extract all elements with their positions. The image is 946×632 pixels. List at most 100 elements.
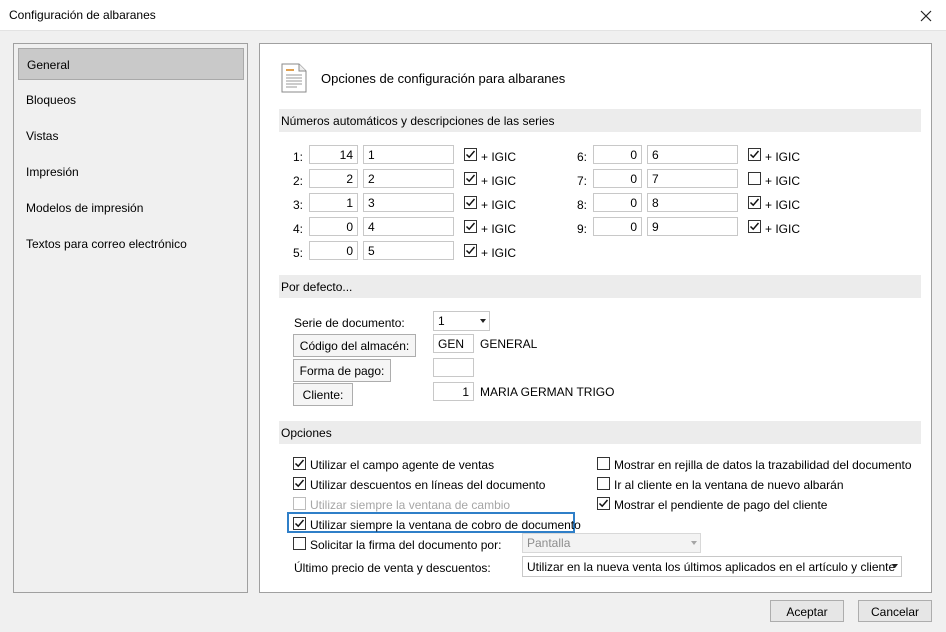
series-number-field[interactable]: 2 <box>309 169 358 188</box>
defaults-section-header: Por defecto... <box>279 275 921 298</box>
document-icon <box>281 63 307 93</box>
option-label: Utilizar siempre la ventana de cobro de … <box>310 518 581 532</box>
sidebar-item-modelos-impresion[interactable]: Modelos de impresión <box>18 192 244 224</box>
cliente-button[interactable]: Cliente: <box>293 383 353 406</box>
igic-checkbox[interactable] <box>464 196 477 209</box>
ultimo-precio-select[interactable]: Utilizar en la nueva venta los últimos a… <box>522 556 902 577</box>
option-checkbox[interactable] <box>597 497 610 510</box>
series-row-label: 8: <box>577 198 588 212</box>
option-checkbox[interactable] <box>293 457 306 470</box>
sidebar: General Bloqueos Vistas Impresión Modelo… <box>13 43 248 593</box>
check-icon <box>749 198 760 207</box>
igic-checkbox[interactable] <box>748 220 761 233</box>
igic-label: + IGIC <box>481 174 517 188</box>
igic-checkbox[interactable] <box>748 196 761 209</box>
option-checkbox[interactable] <box>597 477 610 490</box>
series-section-header: Números automáticos y descripciones de l… <box>279 109 921 132</box>
series-row-label: 2: <box>293 174 304 188</box>
cliente-code-field[interactable]: 1 <box>433 382 474 401</box>
option-checkbox[interactable] <box>293 477 306 490</box>
igic-checkbox[interactable] <box>748 172 761 185</box>
series-number-field[interactable]: 0 <box>593 193 642 212</box>
series-row-label: 9: <box>577 222 588 236</box>
chevron-down-icon <box>691 541 697 545</box>
igic-label: + IGIC <box>481 150 517 164</box>
series-number-field[interactable]: 0 <box>593 145 642 164</box>
title-bar: Configuración de albaranes <box>0 0 946 31</box>
sidebar-item-label: Vistas <box>26 129 59 143</box>
option-label: Ir al cliente en la ventana de nuevo alb… <box>614 478 844 492</box>
series-description-field[interactable]: 2 <box>363 169 454 188</box>
sidebar-item-label: Bloqueos <box>26 93 77 107</box>
series-description-field[interactable]: 5 <box>363 241 454 260</box>
serie-documento-value: 1 <box>438 314 445 328</box>
options-section-header: Opciones <box>279 421 921 444</box>
check-icon <box>749 150 760 159</box>
forma-pago-field[interactable] <box>433 358 474 377</box>
sidebar-item-label: Textos para correo electrónico <box>26 237 187 251</box>
option-label: Mostrar en rejilla de datos la trazabili… <box>614 458 912 472</box>
serie-documento-label: Serie de documento: <box>294 316 405 330</box>
ultimo-precio-value: Utilizar en la nueva venta los últimos a… <box>527 560 896 574</box>
series-number-field[interactable]: 14 <box>309 145 358 164</box>
firma-select: Pantalla <box>522 533 701 553</box>
option-label: Utilizar descuentos en líneas del docume… <box>310 478 546 492</box>
igic-checkbox[interactable] <box>464 172 477 185</box>
almacen-code-field[interactable]: GEN <box>433 334 474 353</box>
series-row-label: 4: <box>293 222 304 236</box>
series-description-field[interactable]: 8 <box>647 193 738 212</box>
series-description-field[interactable]: 9 <box>647 217 738 236</box>
sidebar-item-vistas[interactable]: Vistas <box>18 120 244 152</box>
series-number-field[interactable]: 0 <box>309 217 358 236</box>
check-icon <box>465 222 476 231</box>
option-checkbox[interactable] <box>597 457 610 470</box>
igic-checkbox[interactable] <box>464 244 477 257</box>
series-description-field[interactable]: 1 <box>363 145 454 164</box>
chevron-down-icon <box>480 319 486 323</box>
check-icon <box>294 479 305 488</box>
close-button[interactable] <box>906 0 946 31</box>
option-checkbox[interactable] <box>293 537 306 550</box>
series-description-field[interactable]: 4 <box>363 217 454 236</box>
igic-label: + IGIC <box>765 174 801 188</box>
series-row-label: 1: <box>293 150 304 164</box>
option-label: Utilizar el campo agente de ventas <box>310 458 495 472</box>
series-row-label: 7: <box>577 174 588 188</box>
series-row-label: 3: <box>293 198 304 212</box>
sidebar-item-label: General <box>27 58 70 72</box>
igic-label: + IGIC <box>765 150 801 164</box>
serie-documento-select[interactable]: 1 <box>433 311 490 331</box>
close-icon <box>920 10 932 21</box>
series-number-field[interactable]: 0 <box>309 241 358 260</box>
codigo-almacen-button[interactable]: Código del almacén: <box>293 334 416 357</box>
igic-checkbox[interactable] <box>464 148 477 161</box>
forma-pago-button[interactable]: Forma de pago: <box>293 359 391 382</box>
check-icon <box>749 222 760 231</box>
series-number-field[interactable]: 0 <box>593 217 642 236</box>
sidebar-item-bloqueos[interactable]: Bloqueos <box>18 84 244 116</box>
option-label: Mostrar el pendiente de pago del cliente <box>614 498 828 512</box>
window-title: Configuración de albaranes <box>9 8 156 22</box>
sidebar-item-impresion[interactable]: Impresión <box>18 156 244 188</box>
igic-checkbox[interactable] <box>748 148 761 161</box>
cliente-name: MARIA GERMAN TRIGO <box>480 385 615 399</box>
series-description-field[interactable]: 7 <box>647 169 738 188</box>
igic-label: + IGIC <box>481 222 517 236</box>
sidebar-item-textos-correo[interactable]: Textos para correo electrónico <box>18 228 244 260</box>
accept-button[interactable]: Aceptar <box>770 600 844 622</box>
series-number-field[interactable]: 0 <box>593 169 642 188</box>
option-label: Utilizar siempre la ventana de cambio <box>310 498 511 512</box>
page-title: Opciones de configuración para albaranes <box>321 71 566 86</box>
igic-label: + IGIC <box>481 198 517 212</box>
igic-label: + IGIC <box>765 222 801 236</box>
series-description-field[interactable]: 6 <box>647 145 738 164</box>
cancel-button[interactable]: Cancelar <box>858 600 932 622</box>
check-icon <box>294 459 305 468</box>
series-description-field[interactable]: 3 <box>363 193 454 212</box>
igic-checkbox[interactable] <box>464 220 477 233</box>
check-icon <box>465 246 476 255</box>
igic-label: + IGIC <box>765 198 801 212</box>
series-number-field[interactable]: 1 <box>309 193 358 212</box>
option-checkbox[interactable] <box>293 517 306 530</box>
sidebar-item-general[interactable]: General <box>18 48 244 80</box>
